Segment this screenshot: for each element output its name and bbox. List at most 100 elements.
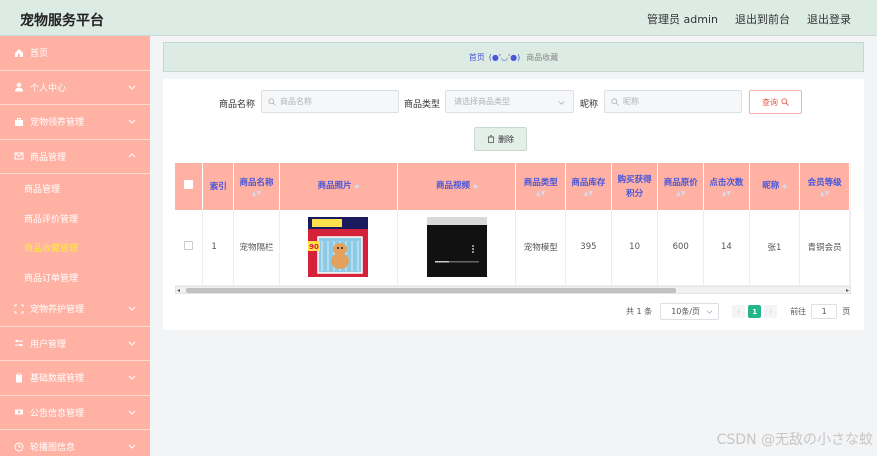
- col-header-index: 索引: [202, 163, 235, 210]
- chevron-down-icon: [706, 310, 713, 314]
- sidebar-item-announcements[interactable]: 公告信息管理: [0, 396, 150, 430]
- cell-clicks: 14: [703, 210, 750, 286]
- back-to-front-link[interactable]: 退出到前台: [735, 11, 790, 27]
- prev-page-button[interactable]: ‹: [732, 305, 746, 318]
- col-label: 商品原价: [663, 178, 698, 188]
- row-select-cell: [175, 210, 204, 286]
- select-all-header: [175, 163, 204, 210]
- sort-icon: ◆: [354, 183, 360, 190]
- cell-photo: 90: [279, 210, 399, 286]
- product-name-input[interactable]: 商品名称: [261, 90, 399, 113]
- col-label: 商品库存: [571, 178, 606, 188]
- col-header-clicks[interactable]: 点击次数 ▲▼: [703, 163, 750, 210]
- sidebar-item-pet-care[interactable]: 宠物养护管理: [0, 292, 150, 327]
- cell-price: 600: [657, 210, 705, 286]
- sidebar-item-product-management[interactable]: 商品管理: [0, 140, 150, 174]
- sidebar-subitem-product-orders[interactable]: 商品订单管理: [0, 263, 150, 293]
- sidebar-item-home[interactable]: 首页: [0, 36, 150, 71]
- col-header-type[interactable]: 商品类型 ▲▼: [515, 163, 567, 210]
- row-checkbox[interactable]: [184, 241, 194, 251]
- chevron-down-icon: [128, 341, 136, 346]
- chevron-down-icon: [128, 444, 136, 449]
- pagination: 共 1 条 10条/页 ‹ 1 › 前往 1 页: [626, 303, 850, 320]
- chevron-down-icon: [128, 375, 136, 380]
- col-header-video[interactable]: 商品视频 ◆: [397, 163, 517, 210]
- clock-icon: [13, 441, 24, 452]
- next-page-button[interactable]: ›: [764, 305, 778, 318]
- product-type-select[interactable]: 请选择商品类型: [445, 90, 574, 113]
- search-icon: [611, 97, 619, 106]
- scroll-left-icon[interactable]: ◂: [177, 287, 180, 294]
- sidebar: 首页 个人中心 宠物领养管理 商品管理 商品管理 商品评价管理 商品收藏管理 商…: [0, 36, 150, 456]
- clipboard-icon: [13, 372, 24, 383]
- table-row[interactable]: 1 宠物隔栏 90 宠物模型 395 10 600 14 张1 青铜会员: [175, 210, 850, 286]
- price-badge: 90: [310, 243, 320, 251]
- sidebar-subitem-product-reviews[interactable]: 商品评价管理: [0, 204, 150, 234]
- col-header-points[interactable]: 购买获得积分: [611, 163, 659, 210]
- col-label: 商品类型: [523, 178, 558, 188]
- col-label: 点击次数: [709, 178, 744, 188]
- home-icon: [13, 47, 24, 58]
- sidebar-item-label: 公告信息管理: [30, 408, 85, 419]
- user-icon: [13, 82, 24, 93]
- col-label: 购买获得积分: [617, 174, 652, 199]
- breadcrumb-home[interactable]: 首页: [469, 52, 485, 63]
- col-header-nickname[interactable]: 昵称 ◆: [749, 163, 801, 210]
- sidebar-item-pet-adoption[interactable]: 宠物领养管理: [0, 105, 150, 140]
- product-name-placeholder: 商品名称: [280, 97, 312, 106]
- nickname-input[interactable]: 昵称: [604, 90, 742, 113]
- col-header-photo[interactable]: 商品照片 ◆: [279, 163, 399, 210]
- col-header-stock[interactable]: 商品库存 ▲▼: [565, 163, 612, 210]
- product-video[interactable]: [426, 217, 487, 278]
- select-all-checkbox[interactable]: [184, 179, 194, 189]
- col-header-level[interactable]: 会员等级 ▲▼: [799, 163, 850, 210]
- product-type-placeholder: 请选择商品类型: [454, 97, 510, 106]
- sidebar-item-label: 个人中心: [30, 83, 67, 94]
- chevron-down-icon: [128, 85, 136, 90]
- search-button-label: 查询: [762, 97, 778, 107]
- sidebar-item-label: 宠物领养管理: [30, 118, 85, 129]
- frame-icon: [13, 303, 24, 314]
- col-header-price[interactable]: 商品原价 ▲▼: [657, 163, 705, 210]
- col-label: 会员等级: [807, 178, 842, 188]
- current-page-button[interactable]: 1: [748, 305, 762, 318]
- nickname-placeholder: 昵称: [623, 97, 639, 106]
- goto-page-input[interactable]: 1: [811, 304, 838, 319]
- product-name-label: 商品名称: [219, 100, 256, 110]
- cell-level: 青铜会员: [799, 210, 850, 286]
- breadcrumb: 首页 (●'◡'●) 商品收藏: [163, 42, 864, 72]
- search-button[interactable]: 查询: [749, 90, 802, 114]
- sidebar-item-personal-center[interactable]: 个人中心: [0, 71, 150, 105]
- delete-button[interactable]: 删除: [474, 127, 527, 151]
- horizontal-scrollbar[interactable]: ◂ ▸: [175, 286, 851, 294]
- chevron-down-icon: [558, 101, 565, 105]
- product-type-label: 商品类型: [404, 100, 441, 110]
- col-label: 商品视频: [436, 181, 471, 191]
- col-header-name[interactable]: 商品名称 ▲▼: [233, 163, 280, 210]
- logout-link[interactable]: 退出登录: [807, 11, 851, 27]
- sort-icon: ▲▼: [583, 190, 594, 197]
- sidebar-item-basic-data[interactable]: 基础数据管理: [0, 361, 150, 396]
- product-photo[interactable]: 90: [308, 217, 369, 278]
- briefcase-icon: [13, 116, 24, 127]
- col-label: 昵称: [762, 181, 780, 191]
- sidebar-item-label: 宠物养护管理: [30, 305, 85, 316]
- mail-icon: [13, 151, 24, 162]
- sort-icon: ▲▼: [536, 190, 546, 197]
- scroll-thumb[interactable]: [186, 288, 676, 293]
- search-icon: [781, 98, 789, 106]
- cell-video: [397, 210, 517, 286]
- page-size-select[interactable]: 10条/页: [660, 303, 720, 320]
- cell-points: 10: [611, 210, 659, 286]
- sidebar-item-carousel[interactable]: 轮播图信息: [0, 430, 150, 456]
- breadcrumb-current: 商品收藏: [526, 52, 559, 62]
- sidebar-item-user-management[interactable]: 用户管理: [0, 327, 150, 361]
- sort-icon: ◆: [782, 183, 787, 190]
- admin-user-label[interactable]: 管理员 admin: [647, 11, 718, 27]
- sidebar-subitem-products[interactable]: 商品管理: [0, 174, 150, 204]
- cell-type: 宠物模型: [515, 210, 567, 286]
- sidebar-subitem-product-favorites[interactable]: 商品收藏管理: [0, 233, 150, 263]
- breadcrumb-separator: (●'◡'●): [488, 52, 521, 62]
- delete-button-label: 删除: [498, 134, 514, 144]
- scroll-right-icon[interactable]: ▸: [846, 287, 849, 294]
